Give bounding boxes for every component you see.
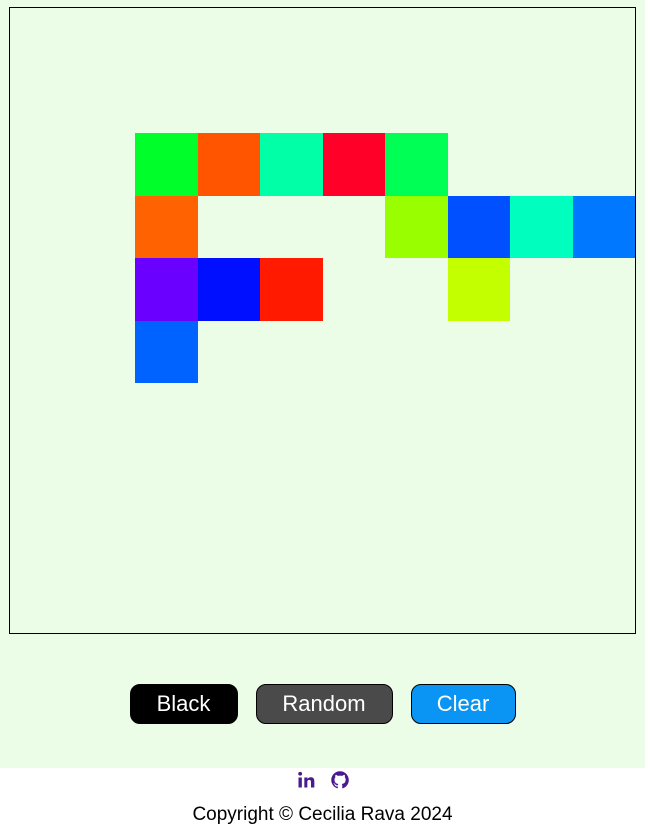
grid-cell[interactable]	[260, 258, 323, 321]
grid-cell[interactable]	[135, 258, 198, 321]
grid-cell[interactable]	[385, 195, 448, 258]
social-links	[0, 770, 645, 790]
grid-cell[interactable]	[385, 133, 448, 196]
grid-cell[interactable]	[572, 195, 635, 258]
drawing-grid[interactable]	[9, 7, 636, 634]
grid-cell[interactable]	[260, 133, 323, 196]
copyright-text: Copyright © Cecilia Rava 2024	[192, 804, 453, 825]
grid-cell[interactable]	[135, 133, 198, 196]
main-area: Black Random Clear	[0, 0, 645, 768]
linkedin-icon[interactable]	[296, 770, 316, 790]
grid-cell[interactable]	[322, 133, 385, 196]
grid-cell[interactable]	[135, 320, 198, 383]
clear-button[interactable]: Clear	[410, 684, 516, 724]
grid-cell[interactable]	[135, 195, 198, 258]
random-button[interactable]: Random	[255, 684, 393, 724]
github-icon[interactable]	[330, 770, 350, 790]
grid-cell[interactable]	[447, 195, 510, 258]
grid-cell[interactable]	[197, 258, 260, 321]
black-button[interactable]: Black	[129, 684, 238, 724]
grid-cell[interactable]	[197, 133, 260, 196]
grid-cell[interactable]	[447, 258, 510, 321]
footer: Copyright © Cecilia Rava 2024	[0, 768, 645, 831]
grid-cell[interactable]	[510, 195, 573, 258]
button-bar: Black Random Clear	[0, 684, 645, 724]
